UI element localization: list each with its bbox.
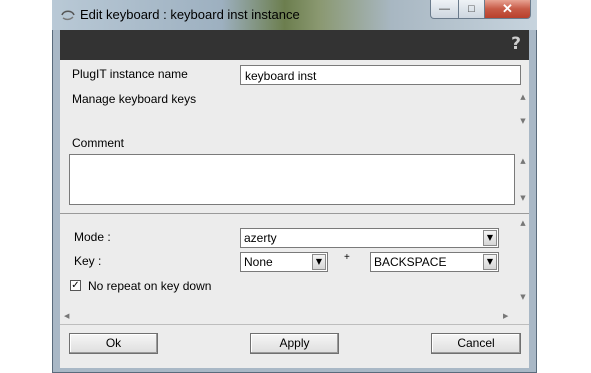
- key-select[interactable]: BACKSPACE ▼: [370, 252, 499, 272]
- plus-sign: +: [344, 252, 350, 263]
- scroll-up-icon[interactable]: ▲: [517, 92, 529, 102]
- apply-button[interactable]: Apply: [250, 333, 339, 354]
- mode-value: azerty: [244, 231, 277, 245]
- chevron-down-icon[interactable]: ▼: [483, 254, 497, 270]
- scroll-left-icon[interactable]: ◀: [64, 310, 69, 322]
- maximize-button[interactable]: □: [458, 0, 485, 19]
- comment-label: Comment: [72, 136, 125, 150]
- upper-scrollbar[interactable]: ▲ ▼: [517, 90, 529, 128]
- modifier-value: None: [244, 255, 273, 269]
- manage-keys-label: Manage keyboard keys: [72, 92, 197, 106]
- key-value: BACKSPACE: [374, 255, 447, 269]
- scroll-down-icon[interactable]: ▼: [517, 292, 529, 302]
- app-icon: [61, 10, 75, 21]
- help-icon[interactable]: ?: [509, 35, 523, 53]
- scroll-down-icon[interactable]: ▼: [517, 193, 529, 203]
- lower-scrollbar[interactable]: ▲ ▼: [517, 214, 529, 304]
- cancel-button[interactable]: Cancel: [431, 333, 521, 354]
- chevron-down-icon[interactable]: ▼: [483, 230, 497, 246]
- scroll-up-icon[interactable]: ▲: [517, 156, 529, 166]
- dialog-content: ? PlugIT instance name keyboard inst Man…: [60, 30, 529, 368]
- title-bar[interactable]: Edit keyboard : keyboard inst instance —…: [52, 0, 537, 30]
- modifier-select[interactable]: None ▼: [240, 252, 328, 272]
- comment-scrollbar[interactable]: ▲ ▼: [517, 154, 529, 205]
- scroll-up-icon[interactable]: ▲: [517, 218, 529, 228]
- instance-name-input[interactable]: keyboard inst: [240, 65, 521, 85]
- instance-name-label: PlugIT instance name: [72, 67, 188, 81]
- ok-button[interactable]: Ok: [69, 333, 158, 354]
- scroll-right-icon[interactable]: ▶: [503, 310, 508, 322]
- no-repeat-checkbox[interactable]: ✓: [70, 280, 81, 291]
- section-divider: [60, 213, 529, 214]
- close-icon: ✕: [502, 1, 513, 16]
- comment-textarea[interactable]: [69, 154, 515, 205]
- window-title: Edit keyboard : keyboard inst instance: [80, 7, 300, 22]
- dialog-window: Edit keyboard : keyboard inst instance —…: [52, 0, 537, 373]
- header-bar: ?: [60, 30, 529, 60]
- close-button[interactable]: ✕: [484, 0, 531, 19]
- mode-label: Mode :: [74, 230, 111, 244]
- key-label: Key :: [74, 254, 102, 268]
- button-bar-divider: [60, 324, 529, 325]
- minimize-icon: —: [439, 3, 450, 15]
- chevron-down-icon[interactable]: ▼: [312, 254, 326, 270]
- maximize-icon: □: [468, 3, 475, 15]
- mode-select[interactable]: azerty ▼: [240, 228, 499, 248]
- scroll-down-icon[interactable]: ▼: [517, 116, 529, 126]
- no-repeat-label: No repeat on key down: [88, 279, 212, 293]
- horizontal-scrollbar[interactable]: ◀ ▶: [60, 310, 515, 322]
- minimize-button[interactable]: —: [430, 0, 459, 19]
